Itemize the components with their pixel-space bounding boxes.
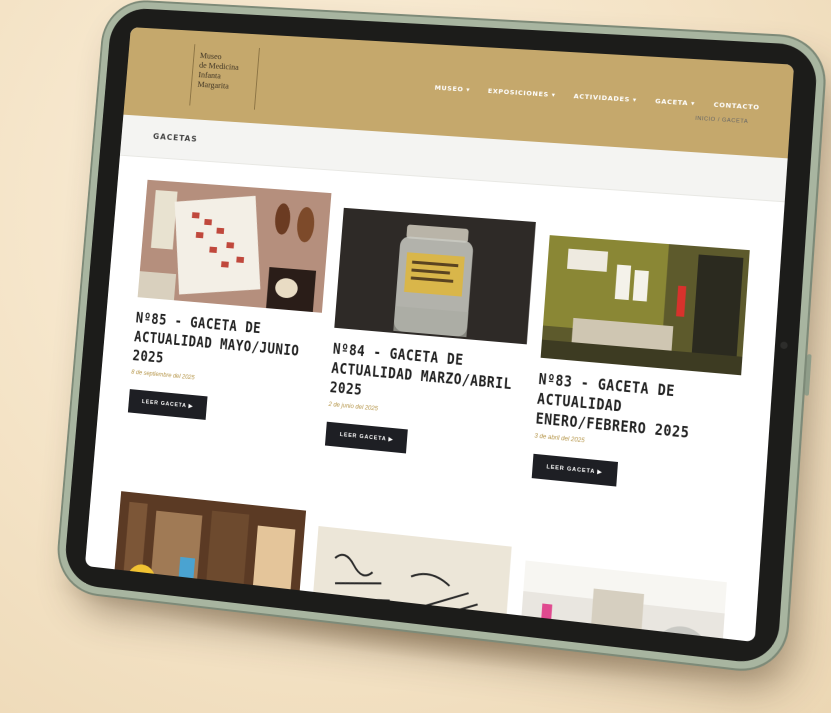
gaceta-card [309, 526, 512, 642]
scene: Museo de Medicina Infanta Margarita MUSE… [0, 0, 831, 713]
gaceta-grid: Nº85 - GACETA DE ACTUALIDAD MAYO/JUNIO 2… [126, 180, 752, 498]
read-gaceta-button[interactable]: LEER GACETA ▶ [128, 389, 208, 420]
card-image[interactable] [540, 235, 749, 375]
gaceta-card: Nº84 - GACETA DE ACTUALIDAD MARZO/ABRIL … [324, 208, 536, 477]
museum-logo[interactable]: Museo de Medicina Infanta Margarita [189, 44, 260, 110]
gaceta-card: Nº85 - GACETA DE ACTUALIDAD MAYO/JUNIO 2… [126, 180, 332, 456]
camera-icon [780, 341, 788, 349]
card-image[interactable] [112, 491, 306, 620]
nav-item-museo[interactable]: MUSEO ▾ [434, 84, 470, 94]
card-image[interactable] [138, 180, 332, 313]
card-image[interactable] [335, 208, 537, 345]
tablet-device: Museo de Medicina Infanta Margarita MUSE… [63, 7, 819, 666]
main-nav: MUSEO ▾ EXPOSICIONES ▾ ACTIVIDADES ▾ GAC… [434, 84, 760, 112]
card-image[interactable] [517, 560, 727, 642]
nav-item-contacto[interactable]: CONTACTO [713, 101, 760, 112]
read-gaceta-button[interactable]: LEER GACETA ▶ [325, 422, 408, 454]
page-title: GACETAS [153, 132, 198, 144]
gaceta-grid-row-2 [110, 491, 729, 642]
gaceta-card: Nº83 - GACETA DE ACTUALIDAD ENERO/FEBRER… [531, 235, 749, 498]
logo-line: Margarita [197, 79, 250, 92]
tablet-screen: Museo de Medicina Infanta Margarita MUSE… [85, 27, 794, 642]
read-gaceta-button[interactable]: LEER GACETA ▶ [531, 454, 617, 487]
nav-item-gaceta[interactable]: GACETA ▾ [655, 97, 695, 107]
nav-item-exposiciones[interactable]: EXPOSICIONES ▾ [488, 87, 556, 99]
gaceta-card [517, 560, 727, 642]
nav-item-actividades[interactable]: ACTIVIDADES ▾ [573, 92, 637, 104]
gaceta-card [110, 491, 306, 642]
card-image[interactable] [310, 526, 512, 642]
tablet-side-button [805, 354, 812, 396]
